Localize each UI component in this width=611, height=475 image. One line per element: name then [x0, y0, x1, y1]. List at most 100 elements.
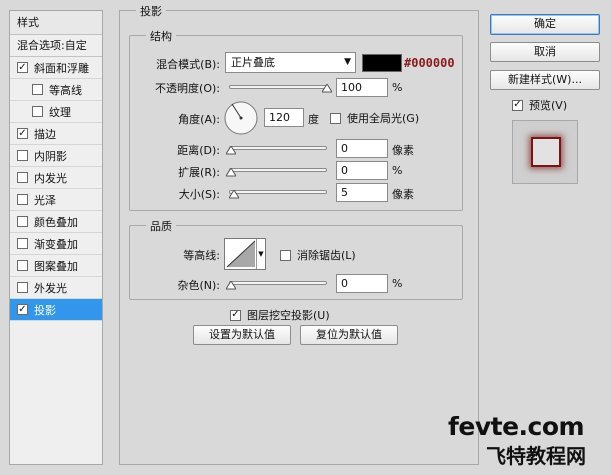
distance-input[interactable]: 0 [336, 139, 388, 158]
style-item-checkbox[interactable] [17, 238, 28, 249]
antialias-check[interactable] [280, 249, 291, 261]
opacity-slider[interactable] [229, 85, 327, 89]
panel-title: 投影 [136, 3, 166, 19]
style-item-label: 外发光 [34, 281, 67, 295]
watermark-domain: fevte.com [448, 412, 585, 441]
style-item-label: 渐变叠加 [34, 237, 78, 251]
noise-slider-thumb[interactable] [226, 281, 236, 290]
style-item-checkbox[interactable] [17, 216, 28, 227]
noise-input[interactable]: 0 [336, 274, 388, 293]
style-item[interactable]: ✓ 斜面和浮雕 [10, 57, 102, 79]
style-item-checkbox[interactable] [17, 194, 28, 205]
angle-dial[interactable] [224, 101, 258, 135]
spread-input[interactable]: 0 [336, 161, 388, 180]
style-item-checkbox[interactable]: ✓ [17, 128, 28, 139]
contour-linear-icon [226, 240, 256, 268]
style-item-checkbox[interactable] [32, 106, 43, 117]
opacity-unit: % [392, 81, 403, 94]
spread-label: 扩展(R): [178, 166, 220, 179]
preview-label: 预览(V) [529, 99, 568, 112]
style-preview [512, 120, 578, 184]
style-item-label: 等高线 [49, 83, 82, 97]
shadow-color-swatch[interactable] [362, 54, 402, 72]
style-item[interactable]: 图案叠加 [10, 255, 102, 277]
style-item[interactable]: ✓ 投影 [10, 299, 102, 321]
style-item-checkbox[interactable] [32, 84, 43, 95]
watermark-site-name: 飞特教程网 [486, 444, 586, 468]
distance-slider[interactable] [229, 146, 327, 150]
opacity-input[interactable]: 100 [336, 78, 388, 97]
size-slider[interactable] [229, 190, 327, 194]
distance-slider-thumb[interactable] [226, 146, 236, 155]
blend-mode-label: 混合模式(B): [156, 58, 220, 71]
style-item[interactable]: 内阴影 [10, 145, 102, 167]
style-item-checkbox[interactable]: ✓ [17, 304, 28, 315]
contour-picker[interactable]: ▼ [224, 238, 266, 270]
noise-slider[interactable] [229, 281, 327, 285]
global-light-check[interactable] [330, 112, 341, 124]
antialias-checkbox[interactable]: 消除锯齿(L) [280, 247, 356, 263]
color-hex: #000000 [404, 56, 455, 70]
style-item-label: 内发光 [34, 171, 67, 185]
chevron-down-icon: ▼ [344, 57, 351, 67]
style-item-label: 颜色叠加 [34, 215, 78, 229]
spread-slider[interactable] [229, 168, 327, 172]
new-style-button[interactable]: 新建样式(W)... [490, 70, 600, 90]
distance-unit: 像素 [392, 144, 414, 157]
blending-options-item[interactable]: 混合选项:自定 [10, 35, 102, 57]
styles-header[interactable]: 样式 [10, 11, 102, 35]
style-item-checkbox[interactable] [17, 172, 28, 183]
angle-unit: 度 [308, 113, 319, 126]
opacity-label: 不透明度(O): [155, 82, 220, 95]
preview-check[interactable]: ✓ [512, 99, 523, 111]
style-item-label: 斜面和浮雕 [34, 61, 89, 75]
size-label: 大小(S): [178, 188, 220, 201]
style-item-label: 内阴影 [34, 149, 67, 163]
style-item-label: 光泽 [34, 193, 56, 207]
blend-mode-select[interactable]: 正片叠底 ▼ [225, 52, 356, 73]
opacity-slider-thumb[interactable] [322, 84, 332, 93]
style-item-label: 投影 [34, 303, 56, 317]
contour-label: 等高线: [183, 249, 220, 262]
style-item[interactable]: ✓ 描边 [10, 123, 102, 145]
style-item[interactable]: 纹理 [10, 101, 102, 123]
knockout-check[interactable]: ✓ [230, 309, 241, 321]
style-item[interactable]: 光泽 [10, 189, 102, 211]
angle-input[interactable]: 120 [264, 108, 304, 127]
blend-mode-value: 正片叠底 [231, 56, 275, 69]
style-item[interactable]: 等高线 [10, 79, 102, 101]
noise-unit: % [392, 277, 403, 290]
size-input[interactable]: 5 [336, 183, 388, 202]
style-item[interactable]: 外发光 [10, 277, 102, 299]
global-light-checkbox[interactable]: 使用全局光(G) [330, 110, 419, 126]
style-item[interactable]: 渐变叠加 [10, 233, 102, 255]
spread-slider-thumb[interactable] [226, 168, 236, 177]
style-item[interactable]: 内发光 [10, 167, 102, 189]
style-item-label: 纹理 [49, 105, 71, 119]
style-item-checkbox[interactable] [17, 260, 28, 271]
knockout-label: 图层挖空投影(U) [247, 309, 330, 322]
global-light-label: 使用全局光(G) [347, 112, 420, 125]
size-unit: 像素 [392, 188, 414, 201]
style-item-checkbox[interactable] [17, 150, 28, 161]
structure-title: 结构 [146, 28, 176, 44]
preview-checkbox[interactable]: ✓ 预览(V) [512, 97, 567, 113]
reset-default-button[interactable]: 复位为默认值 [300, 325, 398, 345]
angle-label: 角度(A): [178, 113, 220, 126]
cancel-button[interactable]: 取消 [490, 42, 600, 62]
spread-unit: % [392, 164, 403, 177]
style-item-checkbox[interactable]: ✓ [17, 62, 28, 73]
distance-label: 距离(D): [177, 144, 220, 157]
size-slider-thumb[interactable] [229, 190, 239, 199]
contour-dropdown-icon[interactable]: ▼ [256, 239, 265, 269]
style-item-label: 描边 [34, 127, 56, 141]
style-item[interactable]: 颜色叠加 [10, 211, 102, 233]
style-item-checkbox[interactable] [17, 282, 28, 293]
ok-button[interactable]: 确定 [490, 14, 600, 35]
preview-thumbnail [531, 137, 561, 167]
knockout-checkbox[interactable]: ✓ 图层挖空投影(U) [230, 307, 330, 323]
antialias-label: 消除锯齿(L) [297, 249, 356, 262]
style-item-label: 图案叠加 [34, 259, 78, 273]
make-default-button[interactable]: 设置为默认值 [193, 325, 291, 345]
quality-title: 品质 [146, 218, 176, 234]
